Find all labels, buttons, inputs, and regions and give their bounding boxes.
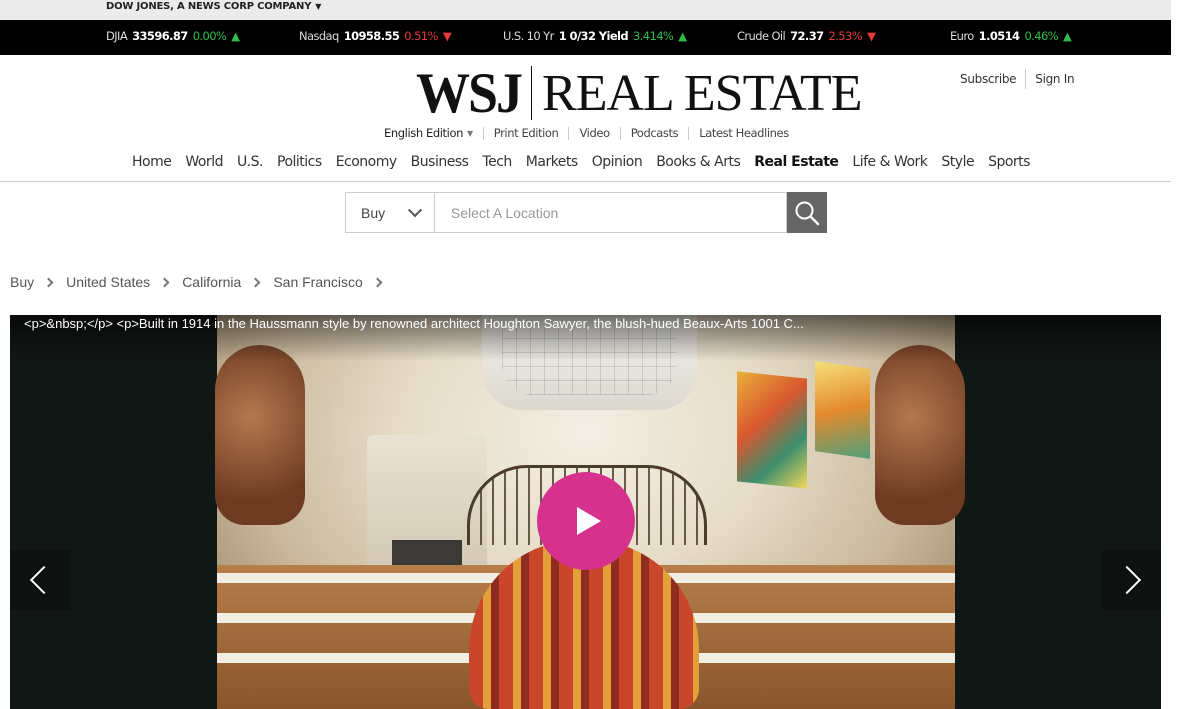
print-edition-link[interactable]: Print Edition bbox=[494, 126, 559, 140]
nav-tech[interactable]: Tech bbox=[482, 154, 512, 170]
gallery-vase-right bbox=[875, 345, 965, 525]
video-link[interactable]: Video bbox=[579, 126, 610, 140]
breadcrumb-link-san-francisco[interactable]: San Francisco bbox=[273, 274, 362, 290]
chevron-right-icon bbox=[159, 277, 170, 287]
breadcrumb-item: San Francisco bbox=[273, 274, 394, 290]
ticker-name: Euro bbox=[950, 29, 974, 43]
ticker-name: Crude Oil bbox=[737, 29, 786, 43]
divider bbox=[482, 126, 484, 140]
ticker-value: 1 0/32 Yield bbox=[558, 29, 629, 43]
breadcrumb: Buy United States California San Francis… bbox=[10, 274, 395, 290]
nav-economy[interactable]: Economy bbox=[336, 154, 397, 170]
ticker-euro[interactable]: Euro 1.0514 0.46% ▲ bbox=[950, 29, 1072, 43]
ticker-value: 72.37 bbox=[790, 29, 824, 43]
nav-world[interactable]: World bbox=[185, 154, 223, 170]
ticker-change: 3.414% bbox=[633, 29, 674, 43]
ticker-change: 2.53% bbox=[828, 29, 863, 43]
breadcrumb-item: United States bbox=[66, 274, 182, 290]
chevron-right-icon bbox=[250, 277, 261, 287]
breadcrumb-item: Buy bbox=[10, 274, 66, 290]
breadcrumb-link-california[interactable]: California bbox=[182, 274, 241, 290]
listing-type-dropdown[interactable]: Buy bbox=[345, 192, 435, 233]
logo-main: WSJ bbox=[416, 61, 523, 125]
caret-down-icon: ▼ bbox=[466, 128, 473, 138]
logo-divider bbox=[531, 66, 533, 120]
ticker-value: 1.0514 bbox=[978, 29, 1020, 43]
edition-label: English Edition bbox=[384, 126, 463, 140]
gallery-next-button[interactable] bbox=[1101, 550, 1161, 610]
chevron-left-icon bbox=[29, 565, 59, 595]
main-nav: Home World U.S. Politics Economy Busines… bbox=[132, 154, 1044, 170]
nav-books-arts[interactable]: Books & Arts bbox=[656, 154, 741, 170]
photo-artwork bbox=[737, 371, 807, 489]
listing-gallery: <p>&nbsp;</p> <p>Built in 1914 in the Ha… bbox=[10, 315, 1161, 709]
listing-type-value: Buy bbox=[361, 204, 386, 221]
breadcrumb-link-buy[interactable]: Buy bbox=[10, 274, 34, 290]
nav-opinion[interactable]: Opinion bbox=[592, 154, 643, 170]
gallery-vase-left bbox=[215, 345, 305, 525]
ticker-value: 33596.87 bbox=[132, 29, 188, 43]
ticker-djia[interactable]: DJIA 33596.87 0.00% ▲ bbox=[106, 29, 240, 43]
nav-life-work[interactable]: Life & Work bbox=[852, 154, 928, 170]
ticker-name: U.S. 10 Yr bbox=[503, 29, 554, 43]
ticker-change: 0.00% bbox=[192, 29, 227, 43]
chevron-right-icon bbox=[372, 277, 383, 287]
nav-style[interactable]: Style bbox=[941, 154, 974, 170]
divider bbox=[568, 126, 570, 140]
up-arrow-icon: ▲ bbox=[1063, 29, 1072, 43]
logo-section: REAL ESTATE bbox=[542, 64, 862, 122]
down-arrow-icon: ▼ bbox=[442, 29, 452, 43]
account-links: Subscribe Sign In bbox=[960, 69, 1075, 89]
podcasts-link[interactable]: Podcasts bbox=[631, 126, 679, 140]
nav-sports[interactable]: Sports bbox=[988, 154, 1030, 170]
corp-bar: DOW JONES, A NEWS CORP COMPANY ▼ bbox=[0, 0, 1171, 20]
wsj-real-estate-logo[interactable]: WSJ REAL ESTATE bbox=[416, 62, 862, 125]
breadcrumb-link-united-states[interactable]: United States bbox=[66, 274, 150, 290]
breadcrumb-item: California bbox=[182, 274, 273, 290]
nav-us[interactable]: U.S. bbox=[237, 154, 264, 170]
latest-headlines-link[interactable]: Latest Headlines bbox=[699, 126, 789, 140]
nav-markets[interactable]: Markets bbox=[526, 154, 578, 170]
nav-home[interactable]: Home bbox=[132, 154, 172, 170]
masthead: WSJ REAL ESTATE Subscribe Sign In Englis… bbox=[0, 55, 1171, 182]
ticker-name: DJIA bbox=[106, 29, 128, 43]
ticker-change: 0.51% bbox=[404, 29, 438, 43]
ticker-name: Nasdaq bbox=[299, 29, 339, 43]
chevron-down-icon bbox=[407, 202, 422, 217]
photo-artwork bbox=[815, 361, 870, 459]
up-arrow-icon: ▲ bbox=[678, 29, 687, 43]
search-button[interactable] bbox=[787, 192, 827, 233]
ticker-10yr[interactable]: U.S. 10 Yr 1 0/32 Yield 3.414% ▲ bbox=[503, 29, 687, 43]
location-search-input[interactable] bbox=[434, 192, 788, 233]
market-ticker: DJIA 33596.87 0.00% ▲ Nasdaq 10958.55 0.… bbox=[0, 20, 1171, 55]
divider bbox=[1025, 69, 1027, 89]
corp-menu[interactable]: DOW JONES, A NEWS CORP COMPANY ▼ bbox=[106, 1, 321, 12]
edition-subnav: English Edition ▼ Print Edition Video Po… bbox=[384, 126, 789, 140]
divider bbox=[688, 126, 690, 140]
gallery-caption: <p>&nbsp;</p> <p>Built in 1914 in the Ha… bbox=[10, 315, 1161, 361]
property-search: Buy bbox=[345, 192, 827, 233]
divider bbox=[619, 126, 621, 140]
chevron-right-icon bbox=[43, 277, 54, 287]
play-icon bbox=[577, 507, 601, 535]
caret-down-icon: ▼ bbox=[315, 2, 322, 11]
up-arrow-icon: ▲ bbox=[231, 29, 240, 43]
search-icon bbox=[795, 201, 820, 225]
subscribe-link[interactable]: Subscribe bbox=[960, 72, 1017, 86]
down-arrow-icon: ▼ bbox=[867, 29, 876, 43]
gallery-prev-button[interactable] bbox=[10, 550, 70, 610]
edition-selector[interactable]: English Edition ▼ bbox=[384, 126, 473, 140]
nav-politics[interactable]: Politics bbox=[277, 154, 322, 170]
chevron-right-icon bbox=[1112, 565, 1142, 595]
ticker-crude[interactable]: Crude Oil 72.37 2.53% ▼ bbox=[737, 29, 876, 43]
corp-label: DOW JONES, A NEWS CORP COMPANY bbox=[106, 1, 312, 12]
ticker-change: 0.46% bbox=[1024, 29, 1058, 43]
ticker-nasdaq[interactable]: Nasdaq 10958.55 0.51% ▼ bbox=[299, 29, 452, 43]
play-button[interactable] bbox=[537, 472, 635, 570]
sign-in-link[interactable]: Sign In bbox=[1035, 72, 1074, 86]
nav-business[interactable]: Business bbox=[411, 154, 469, 170]
nav-real-estate[interactable]: Real Estate bbox=[754, 154, 839, 170]
ticker-value: 10958.55 bbox=[343, 29, 400, 43]
